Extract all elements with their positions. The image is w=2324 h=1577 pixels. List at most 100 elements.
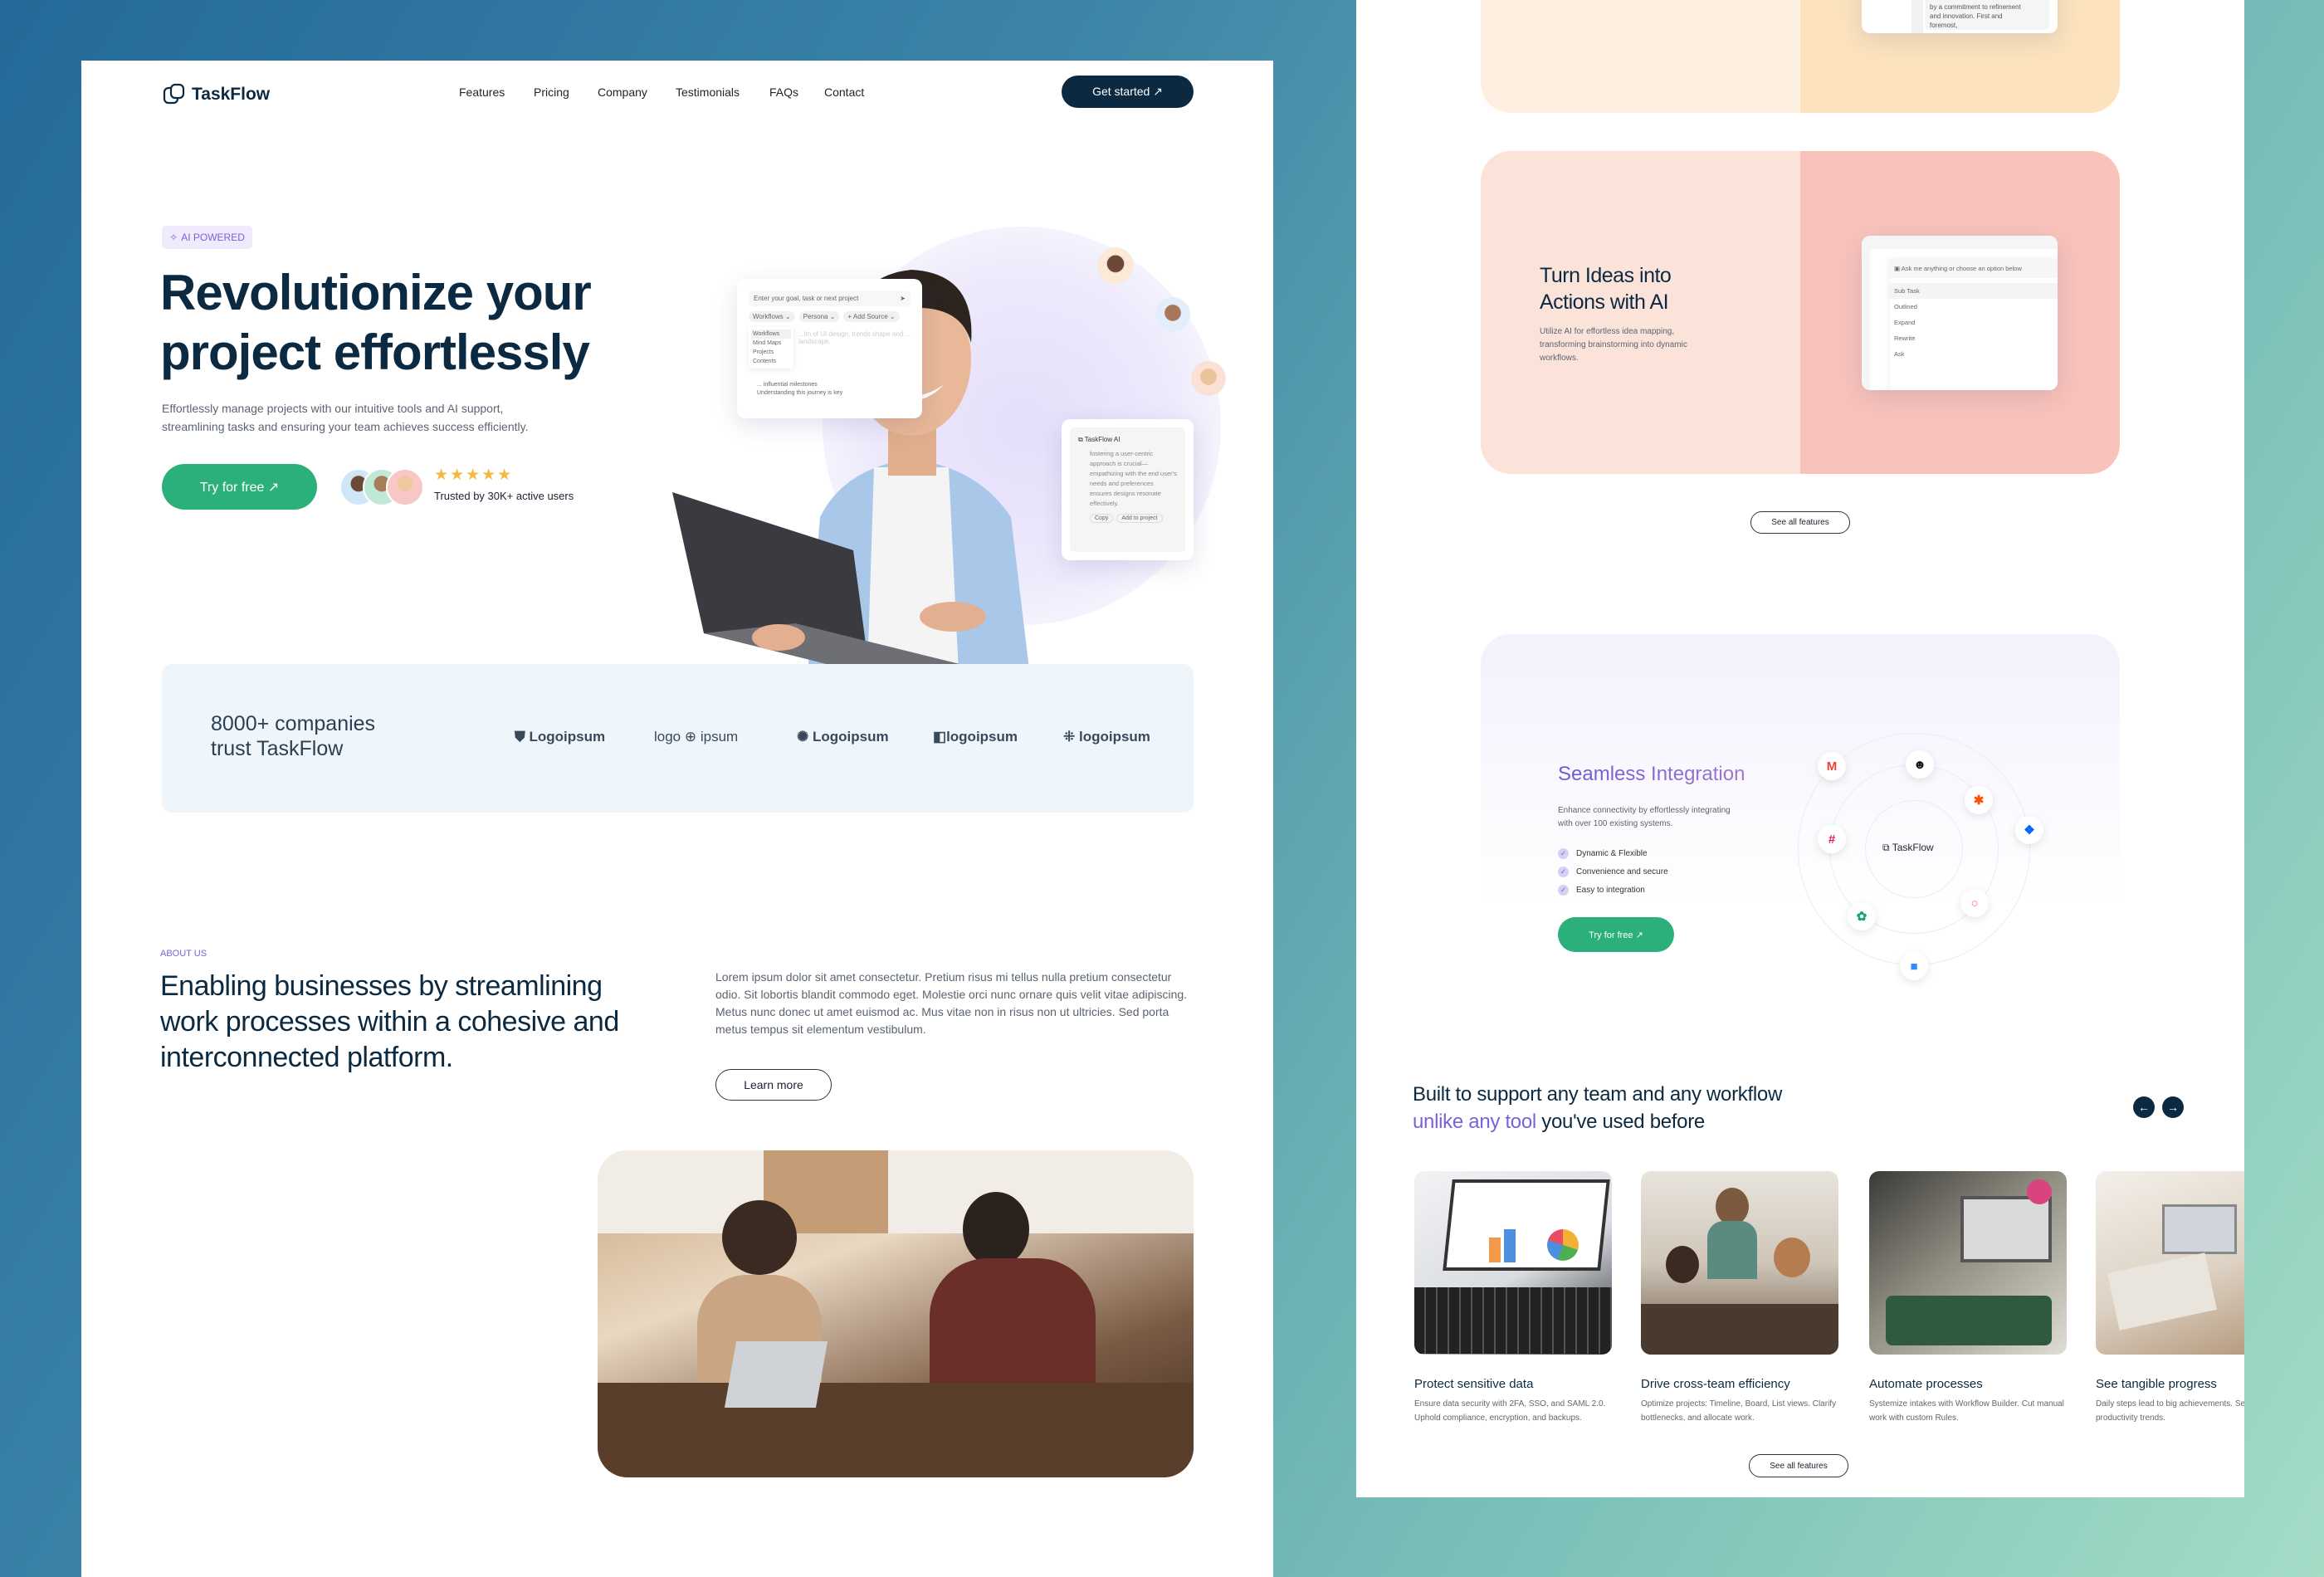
ai-powered-badge: ✧ AI POWERED <box>162 226 252 249</box>
taskflow-logo-icon: ⧉ <box>1882 842 1892 853</box>
title-line: Enabling businesses by streamlining <box>160 970 603 1002</box>
check-icon: ✓ <box>1558 866 1569 877</box>
hero-title: Revolutionize your project effortlessly <box>160 263 592 383</box>
menu-item[interactable]: Contents <box>751 357 791 366</box>
brand-logo[interactable]: TaskFlow <box>162 82 270 107</box>
partner-logo: ◧logoipsum <box>933 729 1018 745</box>
feature-card-body: Systemize intakes with Workflow Builder.… <box>1869 1399 2064 1423</box>
subtitle-line: streamlining tasks and ensuring your tea… <box>162 420 529 433</box>
ai-option[interactable]: Expand <box>1890 315 2058 330</box>
workflow-menu: Workflows Mind Maps Projects Contents <box>749 327 793 369</box>
nav-pricing[interactable]: Pricing <box>534 85 569 99</box>
menu-item[interactable]: Mind Maps <box>751 339 791 348</box>
user-avatars <box>339 468 431 506</box>
floating-avatar <box>1097 247 1134 284</box>
chip-add-source[interactable]: + Add Source ⌄ <box>843 311 900 322</box>
chip-workflows[interactable]: Workflows ⌄ <box>749 311 795 322</box>
nav-contact[interactable]: Contact <box>824 85 864 99</box>
prompt-card: Enter your goal, task or next project ➤ W… <box>737 279 922 418</box>
feature-card[interactable]: Automate processes Systemize intakes wit… <box>1869 1171 2067 1425</box>
learn-more-button[interactable]: Learn more <box>715 1069 832 1101</box>
nav-faqs[interactable]: FAQs <box>769 85 798 99</box>
menu-item[interactable]: Projects <box>751 348 791 357</box>
add-to-project-button[interactable]: Add to project <box>1116 514 1163 523</box>
hero-title-line: project effortlessly <box>160 325 590 380</box>
headline-line: trust TaskFlow <box>211 737 344 760</box>
feature-mock: by a commitment to refinement and innova… <box>1862 0 2058 33</box>
title-line: Actions with AI <box>1540 290 1669 314</box>
menu-item[interactable]: Workflows <box>751 330 791 339</box>
point-label: Dynamic & Flexible <box>1576 849 1648 858</box>
ai-card-title-text: TaskFlow AI <box>1084 436 1120 443</box>
feature-card-ai: Turn Ideas into Actions with AI Utilize … <box>1481 151 2120 474</box>
ai-option[interactable]: Outlined <box>1890 299 2058 315</box>
sunburst-icon: ✺ <box>797 729 813 745</box>
logo-text: Logoipsum <box>812 729 889 745</box>
orbit-center-brand: ⧉ TaskFlow <box>1882 842 1934 854</box>
d-shape-icon: ◧ <box>933 729 947 745</box>
logo-text: logoipsum <box>946 729 1018 745</box>
hero-title-line: Revolutionize your <box>160 265 592 320</box>
ai-options-mock: ▣ Ask me anything or choose an option be… <box>1862 236 2058 390</box>
integration-title: Seamless Integration <box>1558 763 1745 785</box>
feature-card[interactable]: See tangible progress Daily steps lead t… <box>2096 1171 2244 1425</box>
trusted-text: Trusted by 30K+ active users <box>434 490 574 502</box>
dropbox-icon: ❖ <box>2015 816 2043 844</box>
companies-headline: 8000+ companies trust TaskFlow <box>211 711 375 761</box>
shield-icon: ⛊ <box>515 729 530 745</box>
point-label: Convenience and secure <box>1576 867 1668 876</box>
ai-option[interactable]: Ask <box>1890 346 2058 362</box>
title-line: unlike any tool you've used before <box>1413 1108 1782 1135</box>
prompt-background-text: ...lm of UI design, trends shape and ...… <box>798 330 911 345</box>
carousel-next-arrow-icon[interactable]: → <box>2162 1096 2184 1118</box>
check-icon: ✓ <box>1558 884 1569 896</box>
zoom-icon: ■ <box>1900 952 1928 980</box>
send-icon: ➤ <box>900 295 906 302</box>
feature-card-title: See tangible progress <box>2096 1377 2217 1391</box>
feature-card[interactable]: Protect sensitive data Ensure data secur… <box>1414 1171 1612 1425</box>
chip-persona[interactable]: Persona ⌄ <box>798 311 840 322</box>
feature-card-top: by a commitment to refinement and innova… <box>1481 0 2120 113</box>
taskflow-logo-icon <box>163 83 185 105</box>
taskflow-logo-icon: ⧉ <box>1078 436 1085 443</box>
nav-features[interactable]: Features <box>459 85 505 99</box>
bullet: Understanding this journey is key <box>757 390 843 396</box>
nav-testimonials[interactable]: Testimonials <box>676 85 740 99</box>
rating-stars: ★★★★★ <box>434 466 514 484</box>
nav-company[interactable]: Company <box>598 85 647 99</box>
see-all-features-button[interactable]: See all features <box>1750 511 1850 534</box>
ai-option[interactable]: Sub Task <box>1890 283 2058 299</box>
feature-card-body: Optimize projects: Timeline, Board, List… <box>1641 1399 1837 1423</box>
logo-text: Logoipsum <box>529 729 606 745</box>
ai-ask-input[interactable]: ▣ Ask me anything or choose an option be… <box>1890 259 2058 278</box>
carousel-prev-arrow-icon[interactable]: ← <box>2133 1096 2155 1118</box>
feature-card-body: Daily steps lead to big achievements. Se… <box>2096 1399 2244 1423</box>
ai-option[interactable]: Rewrite <box>1890 330 2058 346</box>
sparkle-icon: ✧ <box>169 232 178 243</box>
integration-try-button[interactable]: Try for free ↗ <box>1558 917 1674 952</box>
integration-body: Enhance connectivity by effortlessly int… <box>1558 806 1731 828</box>
zapier-icon: ✱ <box>1965 786 1993 814</box>
feature-card[interactable]: Drive cross-team efficiency Optimize pro… <box>1641 1171 1838 1425</box>
get-started-button[interactable]: Get started ↗ <box>1062 76 1194 108</box>
title-line: Turn Ideas into <box>1540 264 1672 287</box>
team-meeting-photo <box>598 1150 1194 1477</box>
title-accent: unlike any tool <box>1413 1111 1536 1133</box>
copy-button[interactable]: Copy <box>1090 514 1114 523</box>
robot-icon: ▣ <box>1894 265 1902 272</box>
woman-laptop-photo <box>1869 1171 2067 1355</box>
team-collaboration-photo <box>1641 1171 1838 1355</box>
gmail-icon: M <box>1818 752 1846 780</box>
see-all-features-button[interactable]: See all features <box>1749 1454 1848 1477</box>
logo-text: logoipsum <box>1078 729 1150 745</box>
try-for-free-button[interactable]: Try for free ↗ <box>162 464 317 510</box>
feature-card-body: Ensure data security with 2FA, SSO, and … <box>1414 1399 1606 1423</box>
center-label: TaskFlow <box>1892 842 1934 853</box>
about-eyebrow: ABOUT US <box>160 949 208 959</box>
about-body: Lorem ipsum dolor sit amet consectetur. … <box>715 970 1188 1036</box>
feature-card-title: Protect sensitive data <box>1414 1377 1534 1391</box>
prompt-input[interactable]: Enter your goal, task or next project ➤ <box>749 290 911 306</box>
title-line: work processes within a cohesive and <box>160 1006 619 1038</box>
brand-name: TaskFlow <box>192 85 271 104</box>
partner-logo: ✺ Logoipsum <box>797 729 889 745</box>
